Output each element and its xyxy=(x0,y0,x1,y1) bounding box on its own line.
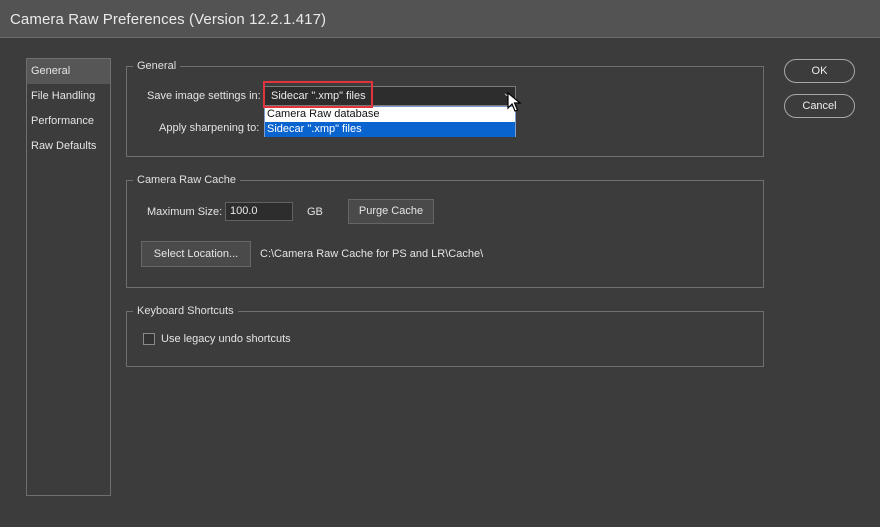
cache-location-path: C:\Camera Raw Cache for PS and LR\Cache\ xyxy=(260,248,484,260)
save-settings-dropdown[interactable]: Camera Raw database Sidecar ".xmp" files xyxy=(264,106,516,137)
camera-raw-cache-legend: Camera Raw Cache xyxy=(133,173,241,187)
cancel-button[interactable]: Cancel xyxy=(784,94,855,118)
sidebar-item-raw-defaults[interactable]: Raw Defaults xyxy=(27,134,110,159)
save-settings-value: Sidecar ".xmp" files xyxy=(271,90,366,102)
camera-raw-cache-group: Camera Raw Cache xyxy=(126,173,764,288)
maximum-size-input[interactable]: 100.0 xyxy=(225,202,293,221)
title-bar: Camera Raw Preferences (Version 12.2.1.4… xyxy=(0,0,880,38)
legacy-undo-checkbox[interactable] xyxy=(143,333,155,345)
purge-cache-button[interactable]: Purge Cache xyxy=(348,199,434,224)
sidebar-item-general[interactable]: General xyxy=(27,59,110,84)
option-camera-raw-database[interactable]: Camera Raw database xyxy=(265,107,515,122)
ok-button[interactable]: OK xyxy=(784,59,855,83)
keyboard-shortcuts-legend: Keyboard Shortcuts xyxy=(133,304,238,318)
sidebar-item-file-handling[interactable]: File Handling xyxy=(27,84,110,109)
legacy-undo-label: Use legacy undo shortcuts xyxy=(161,333,291,345)
cache-unit-label: GB xyxy=(307,206,323,218)
maximum-size-label: Maximum Size: xyxy=(147,206,223,218)
option-sidecar-xmp-files[interactable]: Sidecar ".xmp" files xyxy=(265,122,515,137)
sidebar-item-performance[interactable]: Performance xyxy=(27,109,110,134)
select-location-button[interactable]: Select Location... xyxy=(141,241,251,267)
mouse-pointer-icon xyxy=(507,92,522,112)
general-legend: General xyxy=(133,59,181,73)
preferences-sidebar: General File Handling Performance Raw De… xyxy=(26,58,111,496)
apply-sharpening-label: Apply sharpening to: xyxy=(159,122,260,134)
window-title: Camera Raw Preferences (Version 12.2.1.4… xyxy=(10,11,327,28)
save-settings-select[interactable]: Sidecar ".xmp" files ⌄ xyxy=(264,86,516,106)
save-settings-label: Save image settings in: xyxy=(147,90,261,102)
